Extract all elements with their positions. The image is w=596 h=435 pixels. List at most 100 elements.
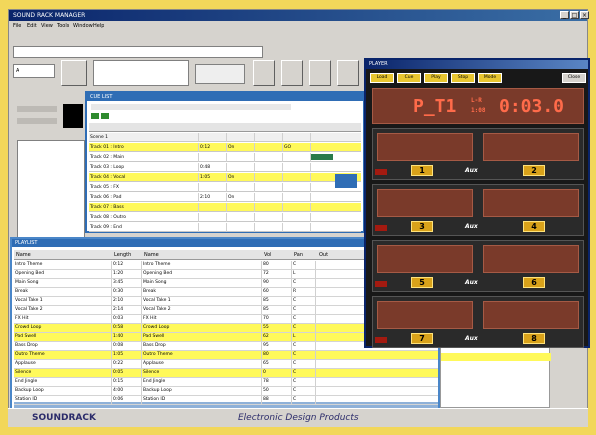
tab-stop[interactable]: Stop xyxy=(451,73,475,83)
option-box[interactable] xyxy=(195,64,245,84)
menu-tools[interactable]: Tools xyxy=(57,23,69,30)
player-logo: Aux xyxy=(465,335,478,342)
status-bar: SOUNDRACK Electronic Design Products xyxy=(8,408,588,427)
header-pan[interactable]: Pan xyxy=(294,252,303,259)
left-tree-panel[interactable] xyxy=(17,140,85,244)
menu-view[interactable]: View xyxy=(41,23,53,30)
playlist-cell-a: Intro Theme xyxy=(14,261,112,269)
close-button[interactable]: × xyxy=(580,11,589,19)
playlist-cell-b: 0:12 xyxy=(112,261,142,269)
playlist-cell-d: 55 xyxy=(262,324,292,332)
tab-close[interactable]: Close xyxy=(562,73,586,83)
header-out[interactable]: Out xyxy=(319,252,328,259)
playlist-cell-e: C xyxy=(292,396,316,404)
cue-cell-c xyxy=(227,223,255,232)
cue-cell-c: On xyxy=(227,173,255,182)
cue-cell-d xyxy=(255,223,283,232)
playlist-cell-d: 85 xyxy=(262,306,292,314)
cue-row[interactable]: Track 06 : Pad 2:10 On xyxy=(89,193,361,202)
cue-cell-b: 0:12 xyxy=(199,143,227,152)
cue-row[interactable]: Track 07 : Bass xyxy=(89,203,361,212)
display-sub2: 1:08 xyxy=(471,107,486,114)
side-slider-1[interactable] xyxy=(17,106,57,112)
player-button[interactable]: 6 xyxy=(523,277,545,288)
cue-row[interactable]: Scene 1 xyxy=(89,133,361,142)
channel-combo[interactable]: A xyxy=(13,64,55,78)
toolbar-button-5[interactable] xyxy=(337,60,359,86)
toolbar-button-4[interactable] xyxy=(309,60,331,86)
tab-load[interactable]: Load xyxy=(370,73,394,83)
playlist-cell-d: 62 xyxy=(262,333,292,341)
playlist-cell-a: Silence xyxy=(14,369,112,377)
player-button[interactable]: 8 xyxy=(523,333,545,344)
player-button[interactable]: 2 xyxy=(523,165,545,176)
player-button[interactable]: 7 xyxy=(411,333,433,344)
cue-list-header xyxy=(89,123,361,132)
toolbar-button-2[interactable] xyxy=(253,60,275,86)
cue-list-toolbar[interactable] xyxy=(91,104,291,110)
playlist-cell-d: 78 xyxy=(262,378,292,386)
display-main-label: P_T1 xyxy=(413,96,457,117)
playlist-cell-b: 1:05 xyxy=(112,351,142,359)
playlist-cell-e: C xyxy=(292,387,316,395)
cue-row[interactable]: Track 08 : Outro xyxy=(89,213,361,222)
playlist-cell-a: Vocal Take 2 xyxy=(14,306,112,314)
side-slider-2[interactable] xyxy=(17,118,57,124)
maximize-button[interactable]: □ xyxy=(570,11,579,19)
playlist-cell-c: Main Song xyxy=(142,279,262,287)
cue-row[interactable]: Track 04 : Vocal 1:05 On xyxy=(89,173,361,182)
playlist-row[interactable]: Station ID 0:06 Station ID 88 C xyxy=(14,396,438,405)
playlist-cell-b: 0:22 xyxy=(112,360,142,368)
side-meter xyxy=(63,104,83,128)
playlist-row[interactable]: Outro Theme 1:05 Outro Theme 80 C xyxy=(14,351,438,360)
cue-row[interactable]: Track 03 : Loop 0:48 xyxy=(89,163,361,172)
cue-cell-a: Track 09 : End xyxy=(89,223,199,232)
cue-cell-d xyxy=(255,153,283,162)
player-screen xyxy=(377,133,473,161)
cue-row[interactable]: Track 01 : Intro 0:12 On GO xyxy=(89,143,361,152)
player-logo: Aux xyxy=(465,279,478,286)
menu-file[interactable]: File xyxy=(13,23,21,30)
header-name-a[interactable]: Name xyxy=(16,252,31,259)
playlist-cell-e: C xyxy=(292,261,316,269)
toolbar-button-1[interactable] xyxy=(61,60,87,86)
cue-cell-a: Track 04 : Vocal xyxy=(89,173,199,182)
cue-row[interactable]: Track 05 : FX xyxy=(89,183,361,192)
menu-edit[interactable]: Edit xyxy=(27,23,37,30)
playlist-cell-a: Vocal Take 1 xyxy=(14,297,112,305)
toolbar-button-3[interactable] xyxy=(281,60,303,86)
tab-mode[interactable]: Mode xyxy=(478,73,502,83)
command-strip[interactable] xyxy=(13,46,263,58)
header-length[interactable]: Length xyxy=(114,252,131,259)
playlist-row[interactable]: Backup Loop 4:00 Backup Loop 50 C xyxy=(14,387,438,396)
footer-brand-right: Electronic Design Products xyxy=(238,413,359,423)
cue-cell-d xyxy=(255,133,283,142)
minimize-button[interactable]: _ xyxy=(560,11,569,19)
tab-cue[interactable]: Cue xyxy=(397,73,421,83)
cue-row[interactable]: Track 09 : End xyxy=(89,223,361,232)
header-name-b[interactable]: Name xyxy=(144,252,159,259)
playlist-cell-d: 88 xyxy=(262,396,292,404)
playlist-cell-a: Crowd Loop xyxy=(14,324,112,332)
menu-help[interactable]: Help xyxy=(93,23,104,30)
tab-play[interactable]: Play xyxy=(424,73,448,83)
player-button[interactable]: 1 xyxy=(411,165,433,176)
playlist-row[interactable]: Applause 0:22 Applause 65 C xyxy=(14,360,438,369)
player-button[interactable]: 3 xyxy=(411,221,433,232)
playlist-row[interactable]: Silence 0:05 Silence 0 C xyxy=(14,369,438,378)
menu-window[interactable]: Window xyxy=(73,23,93,30)
playlist-cell-b: 2:14 xyxy=(112,306,142,314)
playlist-cell-c: Outro Theme xyxy=(142,351,262,359)
cue-cell-e xyxy=(283,203,311,212)
header-vol[interactable]: Vol xyxy=(264,252,271,259)
cue-lamp xyxy=(375,169,387,175)
playlist-cell-d: 50 xyxy=(262,387,292,395)
player-pair-panel: 1 2 Aux xyxy=(372,128,584,180)
playlist-cell-e: C xyxy=(292,279,316,287)
player-button[interactable]: 5 xyxy=(411,277,433,288)
playlist-cell-c: Vocal Take 2 xyxy=(142,306,262,314)
playlist-row[interactable]: End Jingle 0:15 End Jingle 78 C xyxy=(14,378,438,387)
player-button[interactable]: 4 xyxy=(523,221,545,232)
playlist-cell-e: C xyxy=(292,369,316,377)
player-logo: Aux xyxy=(465,223,478,230)
